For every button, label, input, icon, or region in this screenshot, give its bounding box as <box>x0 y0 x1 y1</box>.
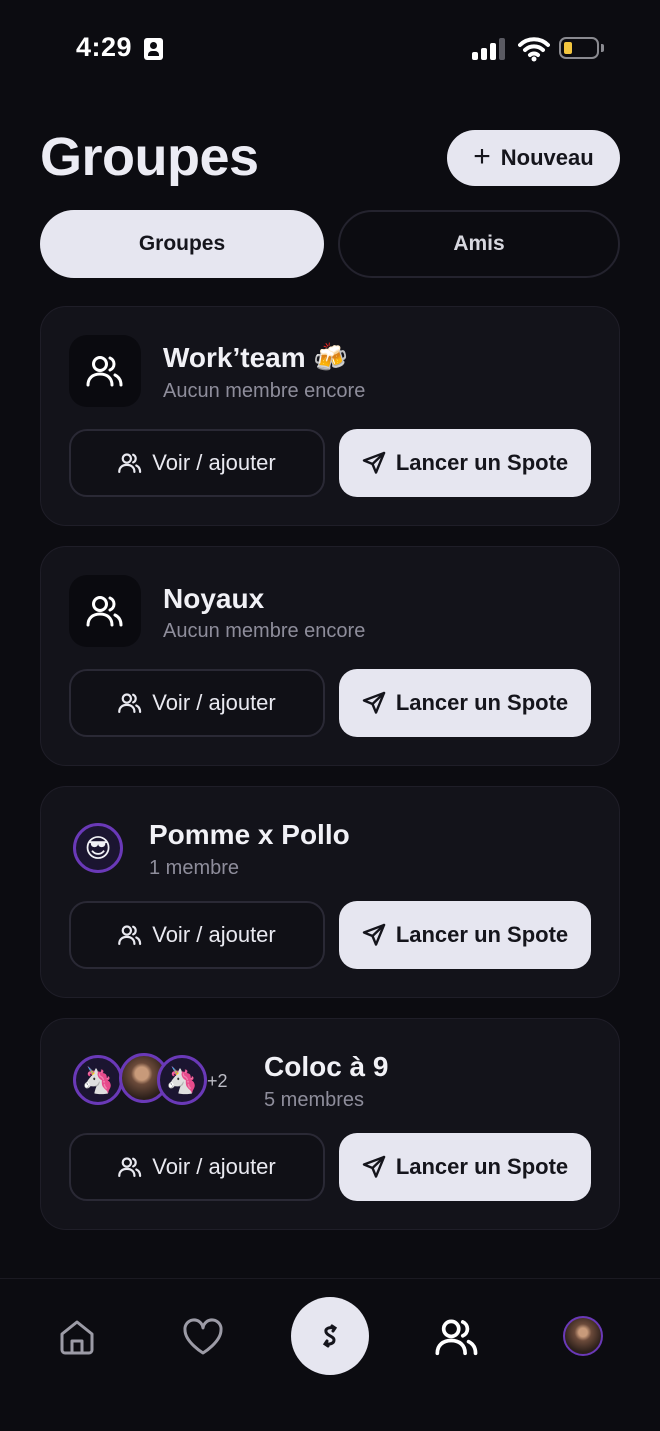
group-placeholder-avatar <box>69 575 141 647</box>
launch-spote-label: Lancer un Spote <box>395 1154 569 1179</box>
view-add-button[interactable]: Voir / ajouter <box>69 669 325 737</box>
nav-favorites[interactable] <box>179 1313 227 1361</box>
profile-avatar[interactable] <box>563 1316 603 1356</box>
group-name: Work’team 🍻 <box>163 342 349 373</box>
group-name: Noyaux <box>163 583 265 614</box>
launch-spote-button[interactable]: Lancer un Spote <box>339 901 591 969</box>
battery-tip <box>601 44 604 52</box>
new-group-button[interactable]: + Nouveau <box>447 130 620 186</box>
users-icon <box>118 693 142 713</box>
launch-spote-label: Lancer un Spote <box>395 450 569 475</box>
users-icon <box>86 356 123 387</box>
tab-amis[interactable]: Amis <box>338 210 620 278</box>
cellular-signal-icon <box>472 38 506 60</box>
spote-center-button[interactable] <box>291 1297 369 1375</box>
group-members-count: Aucun membre encore <box>163 620 366 642</box>
launch-spote-label: Lancer un Spote <box>395 690 569 715</box>
launch-spote-label: Lancer un Spote <box>395 922 569 947</box>
nav-home[interactable] <box>53 1313 101 1361</box>
plus-icon: + <box>473 139 491 173</box>
launch-spote-button[interactable]: Lancer un Spote <box>339 1133 591 1201</box>
view-add-label: Voir / ajouter <box>152 690 276 715</box>
group-placeholder-avatar <box>69 335 141 407</box>
new-group-label: Nouveau <box>500 145 594 170</box>
group-card: Work’team 🍻 Aucun membre encore Voir / a… <box>40 306 620 526</box>
contact-card-icon <box>144 38 163 60</box>
status-time: 4:29 <box>76 32 133 62</box>
tab-groupes[interactable]: Groupes <box>40 210 324 278</box>
member-avatar: 🦄 <box>73 1055 123 1105</box>
group-members-count: 1 membre <box>149 857 240 879</box>
view-add-label: Voir / ajouter <box>152 1154 276 1179</box>
users-icon <box>86 596 123 627</box>
page-title: Groupes <box>40 127 259 187</box>
group-members-count: 5 membres <box>264 1089 365 1111</box>
view-add-label: Voir / ajouter <box>152 450 276 475</box>
users-icon <box>118 453 142 473</box>
bottom-nav <box>0 1278 660 1431</box>
group-name: Coloc à 9 <box>264 1051 389 1082</box>
launch-spote-button[interactable]: Lancer un Spote <box>339 429 591 497</box>
member-avatar: 🦄 <box>157 1055 207 1105</box>
view-add-button[interactable]: Voir / ajouter <box>69 901 325 969</box>
group-card: 😎 Pomme x Pollo 1 membre Voir / ajouter … <box>40 786 620 998</box>
users-icon <box>118 925 142 945</box>
heart-icon <box>183 1318 223 1355</box>
battery-icon <box>559 37 599 59</box>
send-icon <box>362 923 386 946</box>
status-bar: 4:29 <box>0 0 660 100</box>
view-add-button[interactable]: Voir / ajouter <box>69 1133 325 1201</box>
group-card: Noyaux Aucun membre encore Voir / ajoute… <box>40 546 620 766</box>
view-add-label: Voir / ajouter <box>152 922 276 947</box>
launch-spote-button[interactable]: Lancer un Spote <box>339 669 591 737</box>
send-icon <box>362 691 386 714</box>
home-icon <box>60 1320 94 1355</box>
send-icon <box>362 451 386 474</box>
group-name: Pomme x Pollo <box>149 819 350 850</box>
group-card: 🦄 🦄 +2 Coloc à 9 5 membres Voir / ajoute… <box>40 1018 620 1230</box>
wifi-icon <box>518 37 550 62</box>
spote-icon <box>322 1324 338 1348</box>
member-avatar: 😎 <box>73 823 123 873</box>
extra-members-count: +2 <box>207 1071 228 1091</box>
group-members-count: Aucun membre encore <box>163 380 366 402</box>
view-add-button[interactable]: Voir / ajouter <box>69 429 325 497</box>
groups-icon <box>435 1319 478 1356</box>
send-icon <box>362 1155 386 1178</box>
users-icon <box>118 1157 142 1177</box>
nav-groups[interactable] <box>433 1313 481 1361</box>
